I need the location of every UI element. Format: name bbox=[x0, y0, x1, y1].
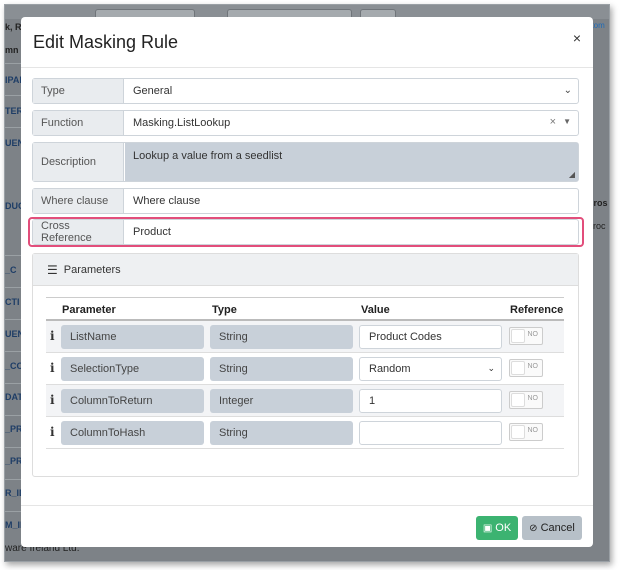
parameters-title: Parameters bbox=[63, 263, 121, 276]
column-header-reference: Reference bbox=[510, 304, 564, 316]
where-clause-label: Where clause bbox=[33, 189, 124, 213]
toggle-label: NO bbox=[527, 427, 539, 434]
ban-icon: ⊘ bbox=[529, 522, 538, 534]
dialog-title: Edit Masking Rule bbox=[33, 32, 179, 52]
ok-label: OK bbox=[495, 522, 512, 534]
type-field: Type General ⌄ bbox=[32, 78, 579, 104]
toggle-knob bbox=[511, 425, 525, 439]
list-icon: ☰ bbox=[47, 262, 58, 277]
info-icon[interactable]: i bbox=[50, 329, 55, 343]
toggle-label: NO bbox=[527, 331, 539, 338]
table-row: i ColumnToReturn Integer 1 NO bbox=[46, 385, 564, 417]
save-icon: ▣ bbox=[482, 522, 493, 534]
resize-grip-icon[interactable]: ◢ bbox=[569, 170, 575, 179]
edit-masking-rule-dialog: Edit Masking Rule × Type General ⌄ Funct… bbox=[21, 17, 593, 547]
function-field: Function Masking.ListLookup × ▼ bbox=[32, 110, 579, 136]
function-select[interactable]: Masking.ListLookup bbox=[125, 111, 578, 135]
dialog-footer: ▣ OK ⊘ Cancel bbox=[21, 505, 593, 547]
info-icon[interactable]: i bbox=[50, 361, 55, 375]
column-header-type: Type bbox=[212, 304, 237, 316]
parameter-name: ColumnToHash bbox=[61, 421, 204, 445]
where-clause-input[interactable]: Where clause bbox=[125, 189, 578, 213]
reference-toggle[interactable]: NO bbox=[509, 327, 543, 345]
parameter-type: Integer bbox=[210, 389, 353, 413]
cancel-button[interactable]: ⊘ Cancel bbox=[522, 516, 582, 540]
parameter-name: ListName bbox=[61, 325, 204, 349]
chevron-down-icon[interactable]: ⌄ bbox=[487, 363, 495, 374]
parameter-type: String bbox=[210, 421, 353, 445]
toggle-label: NO bbox=[527, 395, 539, 402]
parameter-value-select[interactable]: Random ⌄ bbox=[359, 357, 502, 381]
parameter-value-input[interactable] bbox=[359, 421, 502, 445]
cross-reference-input[interactable]: Product bbox=[125, 220, 578, 244]
dialog-header: Edit Masking Rule × bbox=[21, 17, 593, 68]
parameter-name: ColumnToReturn bbox=[61, 389, 204, 413]
toggle-label: NO bbox=[527, 363, 539, 370]
cross-reference-field: Cross Reference Product bbox=[32, 219, 579, 245]
table-row: i ColumnToHash String NO bbox=[46, 417, 564, 449]
parameters-panel: ☰ Parameters Parameter Type Value Refere… bbox=[32, 253, 579, 477]
selected-value: Random bbox=[369, 363, 411, 375]
column-header-parameter: Parameter bbox=[62, 304, 116, 316]
parameter-type: String bbox=[210, 325, 353, 349]
reference-toggle[interactable]: NO bbox=[509, 359, 543, 377]
reference-toggle[interactable]: NO bbox=[509, 423, 543, 441]
description-field: Description Lookup a value from a seedli… bbox=[32, 142, 579, 182]
cross-reference-label: Cross Reference bbox=[33, 220, 124, 244]
cancel-label: Cancel bbox=[540, 522, 575, 534]
type-select[interactable]: General bbox=[125, 79, 578, 103]
parameter-type: String bbox=[210, 357, 353, 381]
clear-icon[interactable]: × bbox=[550, 116, 556, 128]
close-icon[interactable]: × bbox=[573, 30, 581, 46]
info-icon[interactable]: i bbox=[50, 425, 55, 439]
toggle-knob bbox=[511, 329, 525, 343]
description-textarea[interactable]: Lookup a value from a seedlist bbox=[125, 143, 578, 181]
reference-toggle[interactable]: NO bbox=[509, 391, 543, 409]
caret-down-icon[interactable]: ▼ bbox=[563, 117, 571, 126]
table-header: Parameter Type Value Reference bbox=[46, 297, 564, 321]
parameter-name: SelectionType bbox=[61, 357, 204, 381]
where-clause-field: Where clause Where clause bbox=[32, 188, 579, 214]
parameter-value-input[interactable]: 1 bbox=[359, 389, 502, 413]
toggle-knob bbox=[511, 361, 525, 375]
ok-button[interactable]: ▣ OK bbox=[476, 516, 518, 540]
function-label: Function bbox=[33, 111, 124, 135]
table-row: i ListName String Product Codes NO bbox=[46, 321, 564, 353]
description-label: Description bbox=[33, 143, 124, 181]
info-icon[interactable]: i bbox=[50, 393, 55, 407]
toggle-knob bbox=[511, 393, 525, 407]
parameter-value-input[interactable]: Product Codes bbox=[359, 325, 502, 349]
application-window: k, R mn IPAI TER UEN DUC _C CTI UEN _CO … bbox=[4, 4, 610, 562]
column-header-value: Value bbox=[361, 304, 390, 316]
type-label: Type bbox=[33, 79, 124, 103]
table-row: i SelectionType String Random ⌄ NO bbox=[46, 353, 564, 385]
parameters-header: ☰ Parameters bbox=[33, 254, 578, 286]
chevron-down-icon[interactable]: ⌄ bbox=[564, 85, 572, 96]
